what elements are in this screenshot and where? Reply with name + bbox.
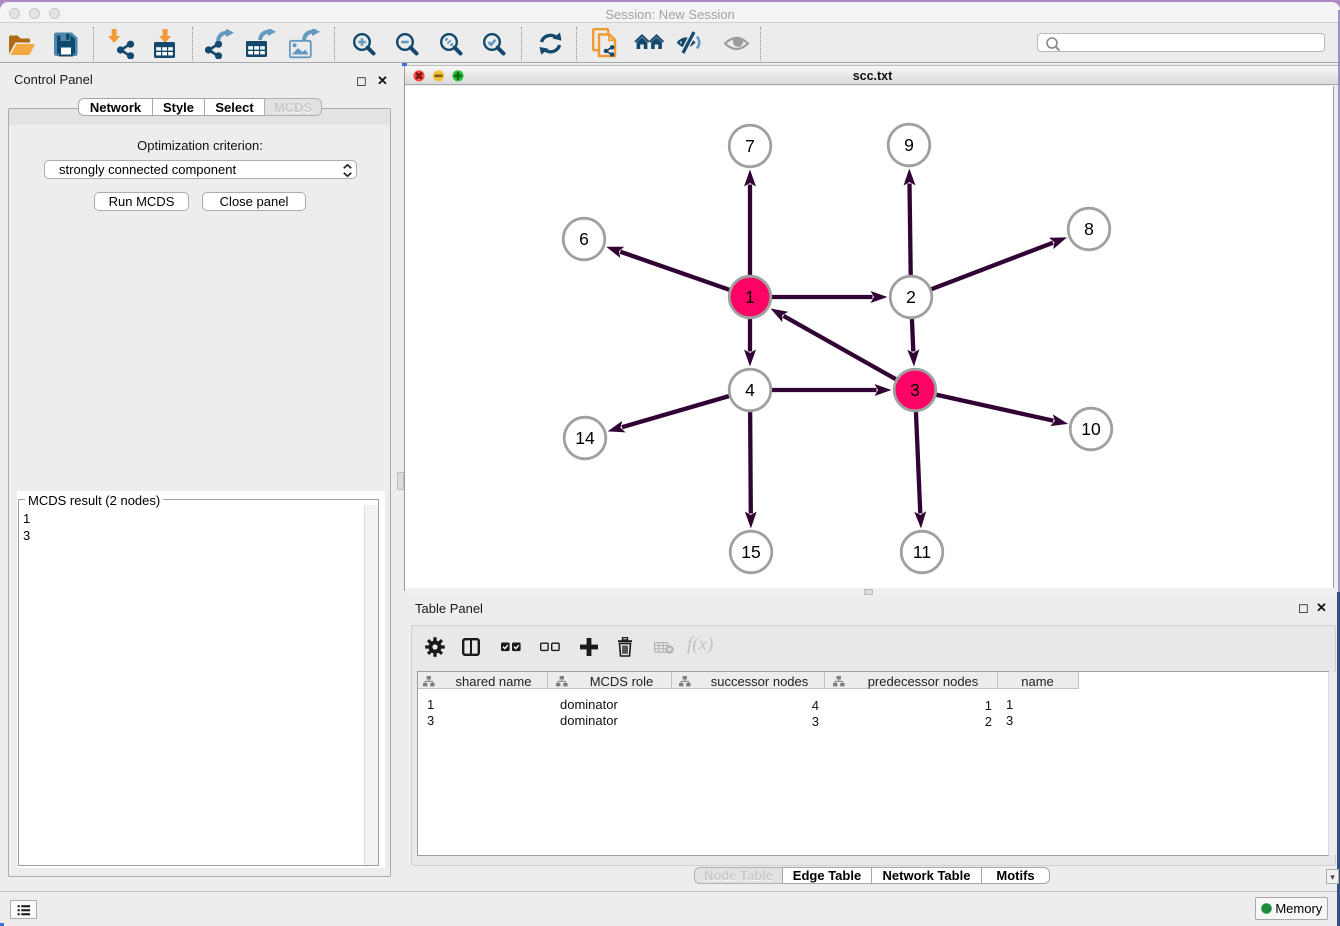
svg-text:9: 9 [904,135,914,155]
svg-text:11: 11 [913,542,931,562]
svg-text:14: 14 [575,428,595,448]
svg-text:7: 7 [745,136,755,156]
svg-text:6: 6 [579,229,589,249]
svg-text:10: 10 [1081,419,1101,439]
svg-text:15: 15 [741,542,760,562]
svg-text:3: 3 [910,380,920,400]
svg-text:8: 8 [1084,219,1094,239]
svg-text:1: 1 [745,287,755,307]
svg-text:4: 4 [745,380,755,400]
svg-text:2: 2 [906,287,916,307]
